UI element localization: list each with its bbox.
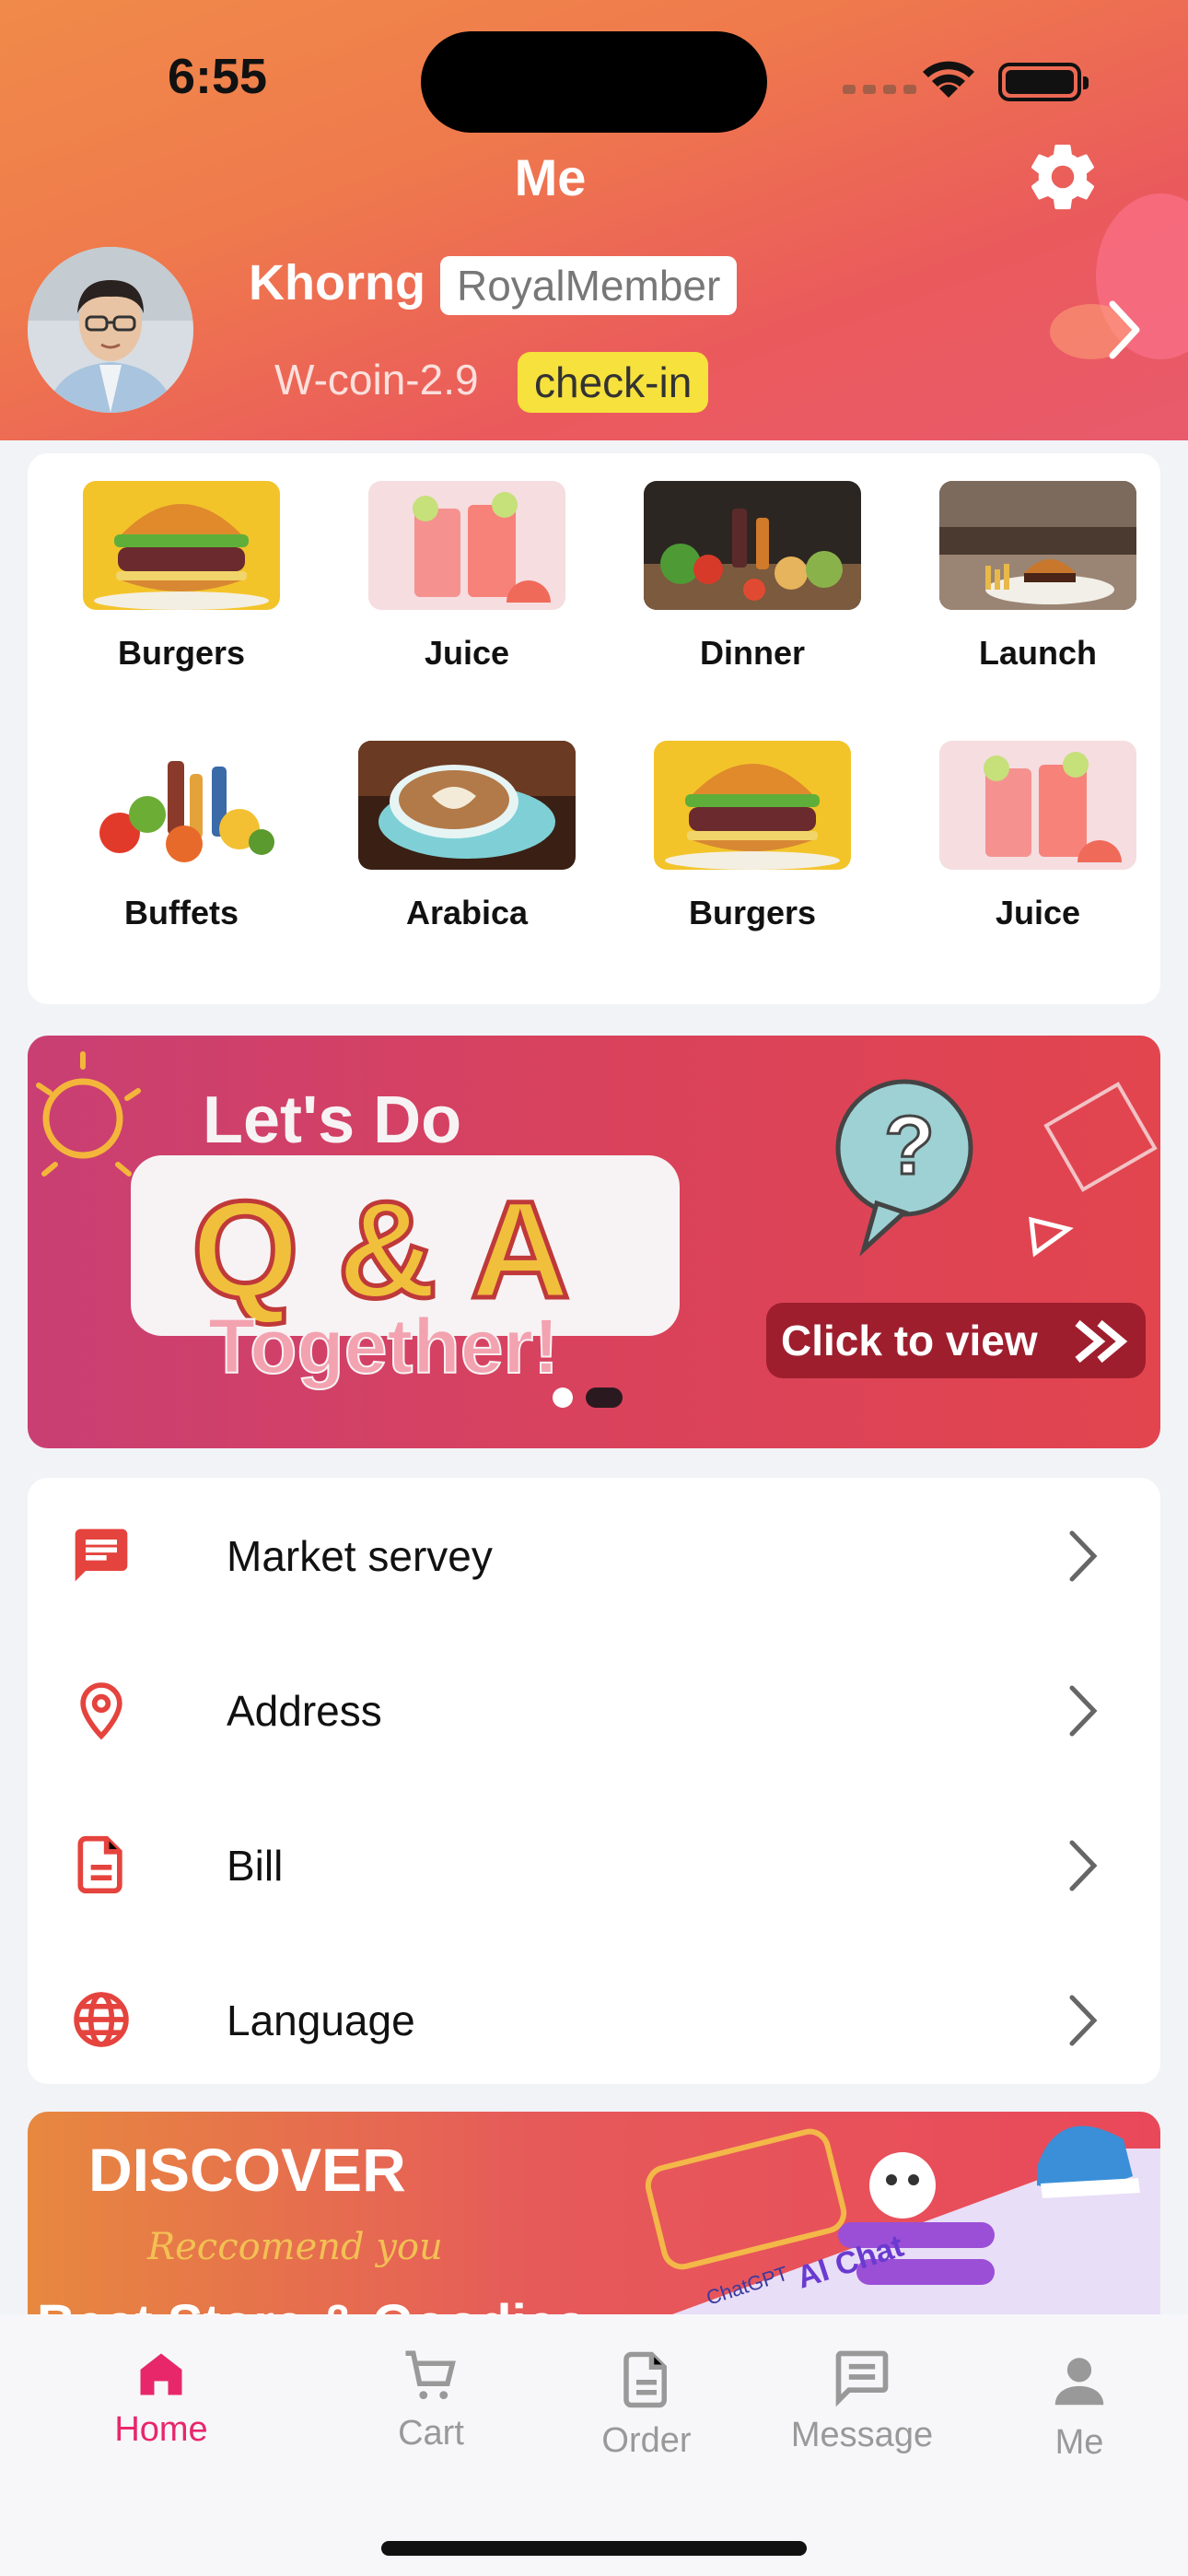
category-item[interactable]: Buffets	[71, 741, 292, 932]
juice-image	[368, 481, 565, 610]
tab-order[interactable]: Order	[554, 2346, 739, 2461]
chevron-right-icon	[1069, 1685, 1098, 1737]
tab-label: Message	[790, 2416, 934, 2454]
tab-me[interactable]: Me	[987, 2346, 1171, 2463]
burger-image	[83, 481, 280, 610]
message-icon	[835, 2350, 889, 2407]
lunch-image	[939, 481, 1136, 610]
qa-banner-art: Let's Do Q & A Together! ? Click to view	[36, 1051, 1158, 1390]
category-label: Launch	[978, 634, 1097, 672]
category-item[interactable]: Burgers	[642, 741, 863, 932]
menu-item-bill[interactable]: Bill	[28, 1787, 1160, 1942]
category-label: Burgers	[117, 634, 246, 672]
svg-text:Together!: Together!	[208, 1303, 559, 1389]
settings-menu: Market servey Address Bill Language	[28, 1478, 1160, 2084]
bottom-tab-bar: Home Cart Order Message Me	[0, 2314, 1188, 2576]
carousel-dots	[553, 1388, 623, 1408]
location-pin-icon	[80, 1682, 122, 1740]
tab-label: Order	[601, 2421, 692, 2460]
chevron-right-icon	[1069, 1530, 1098, 1582]
discover-banner[interactable]: DISCOVER Reccomend you Best Store & Good…	[28, 2112, 1160, 2314]
settings-gear-icon[interactable]	[1024, 138, 1101, 216]
avatar[interactable]	[28, 247, 193, 413]
cellular-signal-icon	[843, 85, 916, 94]
category-label: Juice	[424, 634, 510, 672]
category-grid: Burgers Juice Dinner Launch Buffets Arab…	[28, 453, 1160, 1004]
category-item[interactable]: Launch	[927, 481, 1148, 673]
chevron-right-icon	[1069, 1995, 1098, 2046]
tab-message[interactable]: Message	[770, 2346, 954, 2455]
me-screen: 6:55 Me Khorng RoyalMember W-coin-2.9 ch…	[0, 0, 1188, 2576]
home-icon	[140, 2353, 182, 2395]
category-item[interactable]: Arabica	[356, 741, 577, 932]
category-label: Dinner	[699, 634, 805, 672]
tab-label: Home	[114, 2410, 208, 2449]
coffee-image	[358, 741, 576, 870]
menu-item-label: Bill	[227, 1842, 284, 1890]
category-item[interactable]: Juice	[927, 741, 1148, 932]
person-icon	[1054, 2358, 1104, 2406]
menu-item-address[interactable]: Address	[28, 1633, 1160, 1787]
coin-balance: W-coin-2.9	[274, 356, 479, 404]
profile-header: 6:55 Me Khorng RoyalMember W-coin-2.9 ch…	[0, 0, 1188, 440]
category-label: Burgers	[688, 894, 817, 931]
svg-text:Reccomend you: Reccomend you	[146, 2226, 443, 2268]
member-badge: RoyalMember	[440, 256, 738, 315]
svg-text:DISCOVER: DISCOVER	[88, 2136, 406, 2204]
menu-item-label: Language	[227, 1996, 415, 2044]
category-label: Arabica	[405, 894, 529, 931]
svg-text:Click to view: Click to view	[781, 1317, 1038, 1364]
burger-image	[654, 741, 851, 870]
message-icon	[75, 1528, 128, 1582]
category-item[interactable]: Juice	[356, 481, 577, 673]
tab-cart[interactable]: Cart	[339, 2346, 523, 2453]
tab-home[interactable]: Home	[69, 2346, 253, 2450]
cart-icon	[405, 2350, 456, 2400]
wifi-icon	[923, 61, 974, 98]
globe-icon	[74, 1992, 129, 2047]
carousel-dot[interactable]	[553, 1388, 573, 1408]
document-icon	[77, 1835, 122, 1894]
menu-item-label: Market servey	[227, 1532, 493, 1580]
page-title: Me	[514, 148, 587, 206]
home-indicator	[381, 2541, 807, 2556]
promo-banner[interactable]: Let's Do Q & A Together! ? Click to view	[28, 1036, 1160, 1448]
dynamic-island	[421, 31, 767, 133]
tab-label: Me	[1054, 2423, 1104, 2462]
svg-text:?: ?	[884, 1100, 935, 1192]
category-label: Buffets	[124, 894, 239, 931]
battery-icon	[998, 63, 1089, 101]
carousel-dot-active[interactable]	[586, 1388, 623, 1408]
tab-label: Cart	[398, 2414, 464, 2453]
category-label: Juice	[995, 894, 1081, 931]
menu-item-language[interactable]: Language	[28, 1942, 1160, 2097]
buffet-image	[83, 741, 280, 870]
status-time: 6:55	[168, 49, 268, 104]
checkin-button[interactable]: check-in	[518, 352, 709, 413]
chevron-right-icon[interactable]	[1101, 293, 1147, 367]
order-icon	[623, 2351, 667, 2408]
juice-image	[939, 741, 1136, 870]
category-item[interactable]: Burgers	[71, 481, 292, 673]
menu-item-market-survey[interactable]: Market servey	[28, 1478, 1160, 1633]
dinner-image	[644, 481, 861, 610]
svg-text:Let's Do: Let's Do	[203, 1083, 461, 1157]
svg-text:Best Store & Goodies: Best Store & Goodies	[37, 2294, 586, 2314]
discover-banner-art: DISCOVER Reccomend you Best Store & Good…	[37, 2125, 1160, 2314]
category-item[interactable]: Dinner	[642, 481, 863, 673]
menu-item-label: Address	[227, 1687, 382, 1735]
user-name: Khorng	[249, 255, 425, 310]
chevron-right-icon	[1069, 1840, 1098, 1891]
